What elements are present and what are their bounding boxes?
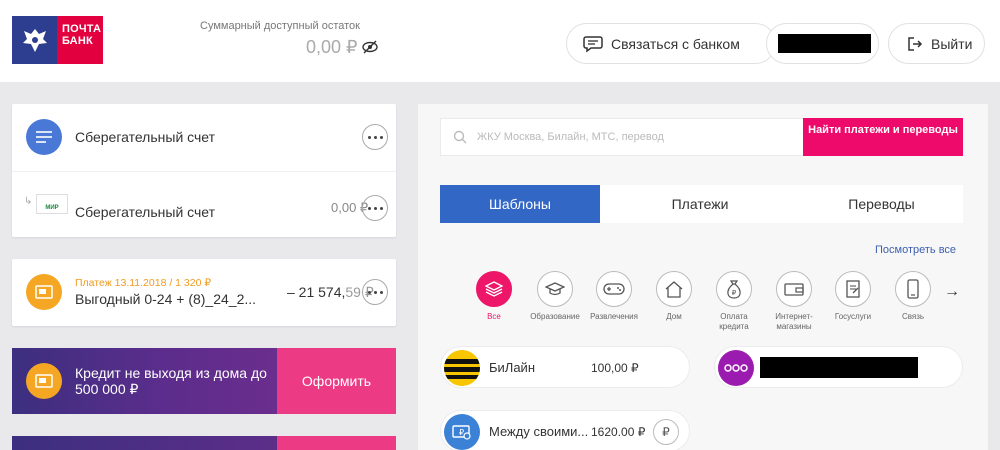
eagle-emblem-icon	[12, 16, 57, 64]
promo-stripe	[277, 436, 396, 450]
search-box[interactable]	[440, 118, 804, 156]
template-item[interactable]	[714, 346, 963, 388]
credit-icon	[26, 274, 62, 310]
search-icon	[453, 130, 467, 144]
payment-amount: – 21 574,59 ₽	[287, 284, 374, 300]
contact-bank-label: Связаться с банком	[611, 35, 740, 52]
document-icon	[835, 271, 871, 307]
mir-card-icon: МИР	[36, 194, 68, 214]
search-input[interactable]	[477, 119, 797, 155]
tab-payments[interactable]: Платежи	[600, 185, 800, 223]
payment-more-button[interactable]	[362, 279, 388, 305]
categories-next-arrow-icon[interactable]: →	[944, 283, 960, 301]
see-all-link[interactable]: Посмотреть все	[875, 244, 956, 256]
template-amount: 100,00 ₽	[591, 361, 639, 375]
accounts-card: Сберегательный счет ↳ МИР Сберегательный…	[12, 104, 396, 237]
layers-icon	[476, 271, 512, 307]
beeline-logo-icon	[444, 350, 480, 386]
payment-tabs: Шаблоны Платежи Переводы	[440, 185, 963, 223]
category-home[interactable]: Дом	[646, 271, 702, 322]
promo-text: Кредит не выходя из дома до 500 000 ₽	[75, 365, 267, 397]
template-amount: 1620.00 ₽	[591, 425, 646, 439]
account-row[interactable]: Сберегательный счет	[12, 104, 396, 170]
top-header: ПОЧТА БАНК Суммарный доступный остаток 0…	[0, 0, 1000, 82]
second-promo-banner[interactable]	[12, 436, 396, 450]
credit-promo-banner[interactable]: Кредит не выходя из дома до 500 000 ₽ Оф…	[12, 348, 396, 414]
tab-transfers[interactable]: Переводы	[800, 185, 963, 223]
chat-icon	[583, 35, 603, 52]
category-credit-payment[interactable]: ₽ Оплата кредита	[706, 271, 762, 332]
gamepad-icon	[596, 271, 632, 307]
account-more-button[interactable]	[362, 195, 388, 221]
logout-button[interactable]: Выйти	[888, 23, 985, 64]
pay-ruble-button[interactable]: ₽	[653, 419, 679, 445]
find-payments-button[interactable]: Найти платежи и переводы	[803, 118, 963, 156]
payment-date: Платеж 13.11.2018 / 1 320 ₽	[75, 277, 212, 289]
upcoming-payment-card[interactable]: Платеж 13.11.2018 / 1 320 ₽ Выгодный 0-2…	[12, 259, 396, 326]
credit-icon	[26, 363, 62, 399]
contact-bank-button[interactable]: Связаться с банком	[566, 23, 776, 64]
svg-text:₽: ₽	[459, 428, 464, 437]
template-item[interactable]: ₽ Между своими... 1620.00 ₽ ₽	[440, 410, 690, 450]
category-communication[interactable]: Связь	[885, 271, 941, 322]
account-more-button[interactable]	[362, 124, 388, 150]
hide-balance-eye-icon[interactable]	[361, 38, 379, 56]
redacted-template-name	[760, 357, 918, 378]
account-row[interactable]: ↳ МИР Сберегательный счет 0,00 ₽	[12, 171, 396, 237]
template-name: БиЛайн	[489, 360, 535, 375]
pochta-bank-logo[interactable]: ПОЧТА БАНК	[12, 16, 103, 64]
template-name: Между своими...	[489, 424, 589, 439]
svg-text:₽: ₽	[732, 289, 737, 297]
template-item[interactable]: БиЛайн 100,00 ₽	[440, 346, 690, 388]
apply-button[interactable]: Оформить	[277, 348, 396, 414]
transfer-icon: ₽	[444, 414, 480, 450]
redacted-user-name	[778, 34, 871, 53]
user-profile-button[interactable]	[766, 23, 879, 64]
graduation-cap-icon	[537, 271, 573, 307]
category-entertainment[interactable]: Развлечения	[586, 271, 642, 322]
tab-templates[interactable]: Шаблоны	[440, 185, 600, 223]
subaccount-arrow-icon: ↳	[24, 196, 33, 207]
phone-icon	[895, 271, 931, 307]
balance-label: Суммарный доступный остаток	[200, 20, 360, 32]
category-all[interactable]: Все	[466, 271, 522, 322]
logout-label: Выйти	[931, 35, 973, 52]
account-list-icon	[26, 119, 62, 155]
category-education[interactable]: Образование	[527, 271, 583, 322]
house-icon	[656, 271, 692, 307]
balance-amount: 0,00 ₽	[306, 37, 358, 57]
category-online-shops[interactable]: Интернет-магазины	[766, 271, 822, 332]
money-bag-icon: ₽	[716, 271, 752, 307]
category-gov-services[interactable]: Госуслуги	[825, 271, 881, 322]
wallet-icon	[776, 271, 812, 307]
payment-name: Выгодный 0-24 + (8)_24_2...	[75, 291, 257, 307]
account-name: Сберегательный счет	[75, 129, 216, 145]
logout-icon	[908, 36, 923, 51]
brand-text: ПОЧТА БАНК	[57, 16, 103, 64]
account-name: Сберегательный счет	[75, 204, 216, 220]
provider-dots-icon	[718, 350, 754, 386]
